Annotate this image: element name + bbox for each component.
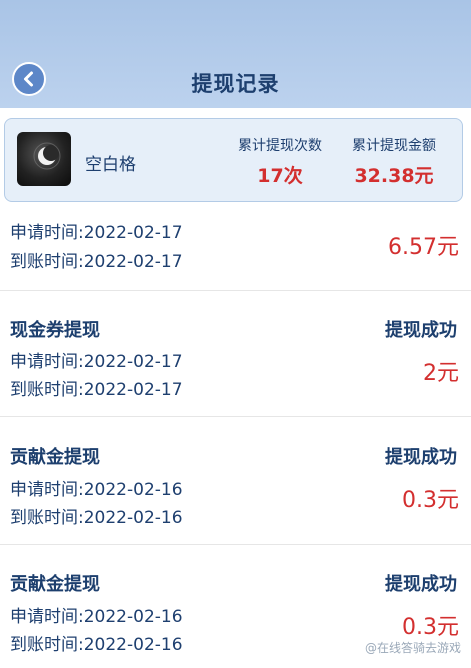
apply-time: 申请时间:2022-02-17 xyxy=(10,352,183,372)
arrive-time: 到账时间:2022-02-17 xyxy=(10,380,183,400)
avatar xyxy=(17,132,71,186)
withdraw-type: 贡献金提现 xyxy=(10,574,100,595)
withdraw-type: 现金券提现 xyxy=(10,320,100,341)
apply-time: 申请时间:2022-02-17 xyxy=(10,223,183,243)
apply-time: 申请时间:2022-02-16 xyxy=(10,480,183,500)
amount: 0.3元 xyxy=(402,615,459,640)
list-item[interactable]: 贡献金提现 提现成功 申请时间:2022-02-16 到账时间:2022-02-… xyxy=(0,417,471,545)
page-title: 提现记录 xyxy=(191,72,280,96)
amount: 0.3元 xyxy=(402,488,459,513)
moon-icon xyxy=(33,142,61,170)
status-text: 提现成功 xyxy=(385,574,457,595)
amount: 6.57元 xyxy=(388,235,459,260)
arrive-time: 到账时间:2022-02-16 xyxy=(10,508,183,528)
arrive-time: 到账时间:2022-02-16 xyxy=(10,635,183,655)
apply-time: 申请时间:2022-02-16 xyxy=(10,607,183,627)
watermark: @在线答骑去游戏 xyxy=(364,641,461,655)
arrive-time: 到账时间:2022-02-17 xyxy=(10,252,183,272)
status-text: 提现成功 xyxy=(385,447,457,468)
list-item[interactable]: 现金券提现 提现成功 申请时间:2022-02-17 到账时间:2022-02-… xyxy=(0,291,471,417)
amount: 2元 xyxy=(423,361,459,386)
amount-label: 累计提现金额 xyxy=(352,138,436,154)
count-label: 累计提现次数 xyxy=(238,138,322,154)
count-value: 17次 xyxy=(257,165,303,187)
amount-value: 32.38元 xyxy=(354,165,434,187)
list-item[interactable]: 申请时间:2022-02-17 到账时间:2022-02-17 6.57元 xyxy=(0,205,471,291)
username: 空白格 xyxy=(85,155,136,175)
summary-card: 空白格 累计提现次数 17次 累计提现金额 32.38元 xyxy=(4,118,463,202)
withdraw-type: 贡献金提现 xyxy=(10,447,100,468)
header-bar: 提现记录 xyxy=(0,0,471,108)
status-text: 提现成功 xyxy=(385,320,457,341)
